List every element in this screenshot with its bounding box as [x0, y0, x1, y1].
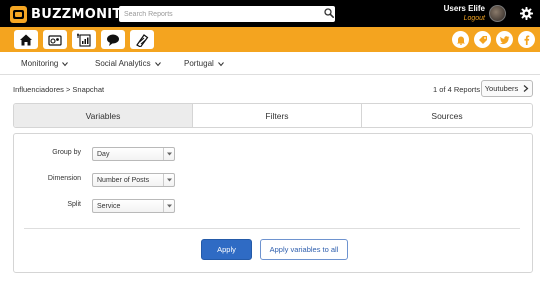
avatar[interactable] [489, 5, 506, 22]
split-label: Split [67, 201, 81, 208]
chevron-down-icon [217, 61, 224, 66]
search-icon[interactable] [324, 8, 334, 18]
menu-portugal[interactable]: Portugal [184, 59, 224, 68]
reports-button[interactable] [72, 30, 96, 49]
menu-portugal-label: Portugal [184, 59, 214, 68]
group-by-label: Group by [52, 149, 81, 156]
apply-variables-to-all-button[interactable]: Apply variables to all [260, 239, 348, 260]
chat-icon [107, 34, 119, 46]
tab-filters[interactable]: Filters [193, 104, 362, 127]
group-by-select[interactable]: Day [92, 147, 175, 161]
logout-link[interactable]: Logout [464, 15, 485, 22]
menu-social-analytics[interactable]: Social Analytics [95, 59, 161, 68]
search-input[interactable] [119, 6, 335, 22]
dimension-value: Number of Posts [97, 176, 150, 184]
report-counter: 1 of 4 Reports [433, 85, 481, 94]
next-report-label: Youtubers [484, 84, 519, 93]
facebook-icon [524, 35, 529, 45]
tab-variables[interactable]: Variables [14, 104, 193, 127]
divider [24, 228, 520, 229]
monitoring-button[interactable] [43, 30, 67, 49]
dropdown-arrow-icon [163, 200, 174, 212]
home-icon [20, 34, 32, 45]
split-select[interactable]: Service [92, 199, 175, 213]
monitoring-icon [48, 34, 62, 46]
twitter-button[interactable] [496, 31, 513, 48]
tab-sources-label: Sources [431, 110, 463, 121]
logo-mark-icon [10, 5, 27, 23]
menu-monitoring-label: Monitoring [21, 59, 59, 68]
menu-social-analytics-label: Social Analytics [95, 59, 151, 68]
next-report-button[interactable]: Youtubers [481, 80, 533, 97]
facebook-button[interactable] [518, 31, 535, 48]
user-name[interactable]: Users Elife [444, 4, 485, 13]
tab-filters-label: Filters [265, 110, 289, 121]
tag-button[interactable] [474, 31, 491, 48]
tab-variables-label: Variables [85, 110, 121, 121]
group-by-value: Day [97, 150, 110, 158]
dimension-label: Dimension [47, 175, 81, 182]
dropdown-arrow-icon [163, 174, 174, 186]
tab-bar: Variables Filters Sources [13, 103, 533, 128]
twitter-icon [499, 35, 509, 44]
dimension-select[interactable]: Number of Posts [92, 173, 175, 187]
menu-bar [0, 52, 540, 75]
feed-icon [136, 33, 149, 47]
reports-icon [77, 32, 91, 47]
dropdown-arrow-icon [163, 148, 174, 160]
chat-button[interactable] [101, 30, 125, 49]
tag-icon [478, 35, 487, 44]
breadcrumb[interactable]: Influenciadores > Snapchat [13, 85, 104, 94]
tab-sources[interactable]: Sources [362, 104, 532, 127]
chevron-down-icon [154, 61, 161, 66]
home-button[interactable] [14, 30, 38, 49]
chevron-right-icon [523, 85, 529, 92]
feed-button[interactable] [130, 30, 154, 49]
notification-button[interactable] [452, 31, 469, 48]
apply-button[interactable]: Apply [201, 239, 252, 260]
notification-icon [456, 36, 465, 45]
chevron-down-icon [62, 61, 69, 66]
gear-icon[interactable] [520, 7, 533, 20]
split-value: Service [97, 202, 121, 210]
menu-monitoring[interactable]: Monitoring [21, 59, 69, 68]
